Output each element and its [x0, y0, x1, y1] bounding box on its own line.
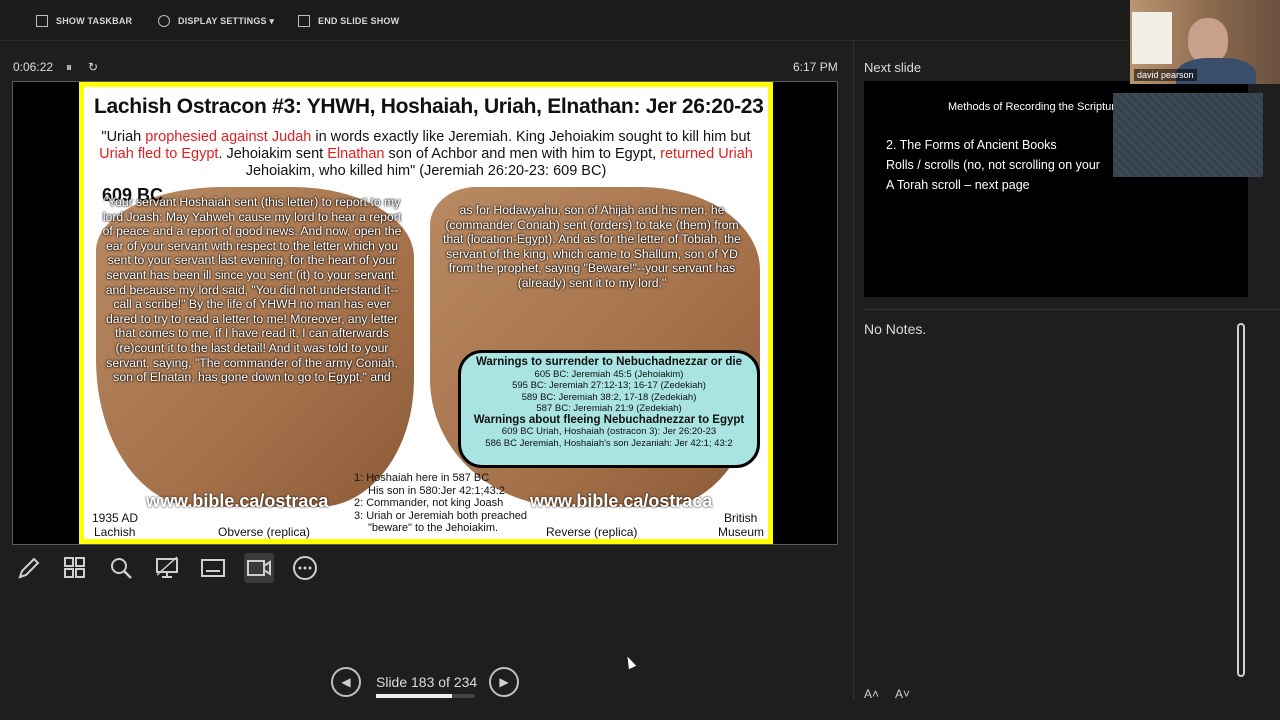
next-slide-body: 2. The Forms of Ancient Books Rolls / sc…	[886, 135, 1100, 195]
display-settings-button[interactable]: DISPLAY SETTINGS ▾	[158, 13, 274, 29]
callout-item: 587 BC: Jeremiah 21:9 (Zedekiah)	[536, 403, 682, 414]
caption-obverse: Obverse (replica)	[218, 525, 311, 539]
more-options-button[interactable]	[290, 553, 320, 583]
caption-place: Lachish	[94, 525, 136, 539]
url-obverse: www.bible.ca/ostraca	[146, 491, 329, 511]
next-slide-line: A Torah scroll – next page	[886, 178, 1030, 192]
display-settings-icon	[158, 15, 170, 27]
quote-part: Jehoiakim, who killed him" (Jeremiah 26:…	[245, 163, 607, 179]
warnings-callout: Warnings to surrender to Nebuchadnezzar …	[458, 350, 760, 468]
current-slide-frame[interactable]: Lachish Ostracon #3: YHWH, Hoshaiah, Uri…	[12, 81, 838, 545]
display-settings-label: DISPLAY SETTINGS ▾	[178, 15, 275, 26]
end-slide-show-label: END SLIDE SHOW	[318, 16, 400, 26]
decrease-font-icon[interactable]: A˅	[895, 687, 910, 701]
pen-icon	[18, 557, 40, 579]
footnote: His son in 580:Jer 42:1;43:2	[368, 484, 505, 497]
more-icon	[293, 556, 317, 580]
next-slide-label: Next slide	[864, 60, 922, 75]
callout-item: 609 BC Uriah, Hoshaiah (ostracon 3): Jer…	[501, 426, 717, 437]
footnote: 2: Commander, not king Joash	[354, 497, 504, 509]
callout-item: 589 BC: Jeremiah 38:2, 17-18 (Zedekiah)	[521, 391, 697, 403]
screen-off-icon	[156, 556, 178, 578]
camera-toggle-button[interactable]	[244, 553, 274, 583]
grid-icon	[64, 557, 85, 578]
camera-icon	[247, 560, 271, 576]
quote-highlight: prophesied against Judah	[145, 129, 312, 145]
show-taskbar-label: SHOW TASKBAR	[56, 16, 133, 26]
end-slide-show-button[interactable]: END SLIDE SHOW	[298, 13, 399, 29]
callout-heading-surrender: Warnings to surrender to Nebuchadnezzar …	[475, 356, 743, 368]
restart-timer-button[interactable]: ↻	[88, 60, 98, 74]
slide-progress-fill	[376, 694, 453, 698]
reverse-translation: as for Hodawyahu, son of Ahijah and his …	[443, 203, 741, 290]
url-reverse: www.bible.ca/ostraca	[530, 491, 713, 511]
quote-part: son of Achbor and men with him to Egypt,	[384, 146, 661, 162]
chevron-right-icon: ▶	[499, 675, 509, 689]
callout-heading-fleeing: Warnings about fleeing Nebuchadnezzar to…	[473, 413, 745, 426]
next-slide-line: Rolls / scrolls (no, not scrolling on yo…	[886, 158, 1100, 172]
pen-tool-button[interactable]	[14, 553, 44, 583]
callout-item: 586 BC Jeremiah, Hoshaiah's son Jezaniah…	[485, 437, 733, 449]
video-overlay	[1113, 93, 1263, 177]
footnote: 3: Uriah or Jeremiah both preached	[354, 509, 528, 522]
webcam-window	[1132, 12, 1172, 64]
quote-highlight: returned Uriah	[660, 146, 753, 162]
slide-title: Lachish Ostracon #3: YHWH, Hoshaiah, Uri…	[94, 95, 764, 118]
black-screen-button[interactable]	[152, 553, 182, 583]
slide-footnotes: 1: Hoshaiah here in 587 BC His son in 58…	[354, 472, 527, 535]
next-slide-button[interactable]: ▶	[489, 667, 519, 697]
see-all-slides-button[interactable]	[60, 553, 90, 583]
footnote: 1: Hoshaiah here in 587 BC	[354, 472, 490, 484]
current-slide: Lachish Ostracon #3: YHWH, Hoshaiah, Uri…	[79, 82, 773, 544]
zoom-button[interactable]	[106, 553, 136, 583]
presenter-webcam: david pearson	[1130, 0, 1280, 84]
magnifier-icon	[111, 558, 132, 579]
pane-divider[interactable]	[853, 40, 854, 700]
quote-part: in words exactly like Jeremiah. King Jeh…	[311, 129, 751, 145]
pause-timer-button[interactable]: ⏸	[66, 60, 72, 75]
chevron-left-icon: ◀	[341, 675, 351, 689]
obverse-translation: "Your servant Hoshaiah sent (this letter…	[102, 195, 402, 385]
clock: 6:17 PM	[793, 60, 838, 74]
quote-part: "Uriah	[101, 129, 146, 145]
elapsed-timer: 0:06:22	[13, 60, 54, 74]
slide-tools	[14, 553, 320, 583]
callout-item: 605 BC: Jeremiah 45:5 (Jehoiakim)	[534, 368, 684, 380]
restart-icon: ↻	[88, 60, 99, 74]
slide-quote: "Uriah prophesied against Judah in words…	[92, 129, 760, 180]
previous-slide-button[interactable]: ◀	[331, 667, 361, 697]
next-slide-line: 2. The Forms of Ancient Books	[886, 138, 1057, 152]
quote-highlight: Elnathan	[327, 146, 385, 162]
notes-font-controls: A˄ A˅	[864, 687, 910, 701]
show-taskbar-button[interactable]: SHOW TASKBAR	[36, 13, 132, 29]
end-show-icon	[298, 15, 310, 27]
presenter-toolbar: SHOW TASKBAR DISPLAY SETTINGS ▾ END SLID…	[0, 0, 1280, 41]
speaker-notes: No Notes.	[864, 321, 927, 337]
subtitles-icon	[201, 559, 225, 577]
notes-scrollbar[interactable]	[1237, 323, 1245, 677]
taskbar-icon	[36, 15, 48, 27]
footnote: "beware" to the Jehoiakim.	[368, 522, 499, 534]
caption-museum-2: Museum	[718, 525, 765, 539]
quote-part: . Jehoiakim sent	[218, 146, 328, 162]
next-slide-title: Methods of Recording the Scriptur	[948, 101, 1115, 113]
callout-item: 595 BC: Jeremiah 27:12-13; 16-17 (Zedeki…	[512, 380, 706, 391]
notes-divider[interactable]	[864, 309, 1280, 310]
caption-year: 1935 AD	[92, 511, 139, 525]
mouse-cursor	[623, 654, 637, 670]
caption-museum-1: British	[724, 511, 758, 525]
increase-font-icon[interactable]: A˄	[864, 687, 879, 701]
pause-icon: ⏸	[66, 60, 73, 74]
subtitles-button[interactable]	[198, 553, 228, 583]
slide-counter: Slide 183 of 234	[376, 674, 478, 690]
quote-highlight: Uriah fled to Egypt	[99, 146, 219, 162]
slide-progress-bar	[376, 694, 474, 698]
caption-reverse: Reverse (replica)	[546, 525, 638, 539]
webcam-name-label: david pearson	[1134, 69, 1197, 81]
